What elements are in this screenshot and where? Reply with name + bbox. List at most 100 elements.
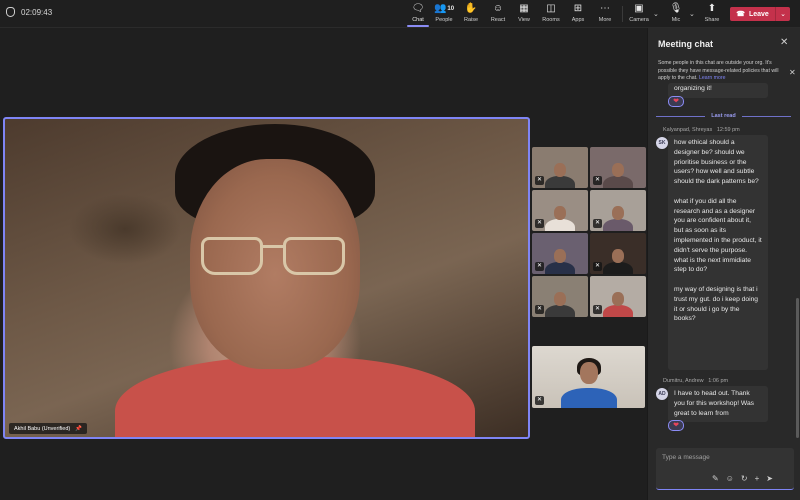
camera-label: Camera (629, 17, 649, 23)
teams-meeting-window: 02:09:43 🗨 Chat 👥 10 People ✋ Raise ☺ Rea… (0, 0, 800, 500)
shield-icon (6, 7, 15, 17)
people-button[interactable]: 👥 10 People (429, 3, 459, 25)
heart-reaction-icon[interactable]: ❤ (668, 420, 684, 431)
participant-tile[interactable]: ✕ (532, 276, 588, 317)
last-read-label: Last read (711, 113, 736, 119)
message-paragraph: I have to head out. Thank you for this w… (674, 390, 755, 417)
avatar[interactable]: AD (656, 388, 668, 400)
share-tray-icon: ⬆ (707, 3, 717, 14)
raise-label: Raise (463, 17, 479, 23)
message-sender: Dumitru, Andrew 1:06 pm (663, 378, 729, 384)
participant-tile[interactable]: ✕ (590, 276, 646, 317)
meeting-chat-panel: Meeting chat ✕ Some people in this chat … (647, 28, 800, 500)
mic-muted-icon: ✕ (535, 396, 544, 405)
leave-options-chevron-icon[interactable]: ⌄ (776, 10, 790, 18)
chat-message: I have to head out. Thank you for this w… (668, 386, 768, 422)
raise-hand-button[interactable]: ✋ Raise (456, 3, 486, 25)
compose-placeholder: Type a message (662, 454, 710, 461)
learn-more-link[interactable]: Learn more (699, 75, 726, 81)
participant-tile[interactable]: ✕ (532, 190, 588, 231)
apps-label: Apps (571, 17, 585, 23)
emoji-icon[interactable]: ☺ (726, 474, 734, 483)
mic-muted-icon: ✕ (593, 176, 602, 185)
mic-muted-icon: ✕ (593, 305, 602, 314)
ellipsis-icon: ⋯ (600, 3, 610, 14)
meeting-toolbar: 02:09:43 🗨 Chat 👥 10 People ✋ Raise ☺ Rea… (0, 0, 800, 28)
external-org-notice: Some people in this chat are outside you… (656, 58, 799, 85)
apps-plus-icon: ⊞ (573, 3, 583, 14)
rooms-button[interactable]: ◫ Rooms (536, 3, 566, 25)
participant-tile[interactable]: ✕ (532, 147, 588, 188)
more-label: More (598, 17, 612, 23)
leave-button[interactable]: ☎ Leave (730, 10, 775, 19)
participant-tile[interactable]: ✕ (532, 233, 588, 274)
participant-name-tag: Akhil Babu (Unverified) 📌 (9, 423, 88, 434)
smiley-icon: ☺ (492, 3, 504, 14)
share-label: Share (704, 17, 720, 23)
meeting-timer: 02:09:43 (6, 7, 52, 17)
participant-name: Akhil Babu (Unverified) (14, 425, 71, 432)
leave-button-group: ☎ Leave ⌄ (730, 7, 790, 21)
chat-label: Chat (412, 17, 424, 23)
heart-reaction-icon[interactable]: ❤ (668, 96, 684, 107)
react-label: React (490, 17, 506, 23)
message-paragraph: my way of designing is that i trust my g… (674, 285, 759, 323)
mic-muted-icon: ✕ (593, 219, 602, 228)
participant-shirt (115, 357, 475, 437)
video-stage: Akhil Babu (Unverified) 📌 ✕ ✕ ✕ ✕ ✕ ✕ ✕ … (0, 28, 646, 500)
mic-muted-icon: ✕ (593, 262, 602, 271)
phone-hangup-icon: ☎ (736, 11, 745, 18)
participant-glasses (201, 237, 345, 275)
main-video-tile[interactable]: Akhil Babu (Unverified) 📌 (3, 117, 530, 439)
video-camera-icon: ▣ (634, 3, 644, 14)
camera-button[interactable]: ▣ Camera (624, 3, 654, 25)
mic-muted-icon: 🎙 (669, 3, 683, 14)
apps-button[interactable]: ⊞ Apps (563, 3, 593, 25)
send-icon[interactable]: ➤ (766, 474, 773, 483)
chat-message: how ethical should a designer be? should… (668, 135, 768, 370)
message-paragraph: what if you did all the research and as … (674, 197, 762, 274)
view-label: View (518, 17, 530, 23)
camera-options-chevron-icon[interactable]: ⌄ (653, 10, 659, 18)
toolbar-divider (622, 6, 623, 22)
mic-muted-icon: ✕ (535, 305, 544, 314)
participant-tile[interactable]: ✕ (590, 190, 646, 231)
view-button[interactable]: ▦ View (509, 3, 539, 25)
mic-button[interactable]: 🎙 Mic (661, 3, 691, 25)
mic-muted-icon: ✕ (535, 176, 544, 185)
rooms-label: Rooms (542, 17, 560, 23)
people-count: 10 (447, 6, 455, 12)
participant-tile[interactable]: ✕ (590, 233, 646, 274)
previous-message-text: organizing it! (674, 85, 712, 92)
pin-icon[interactable]: 📌 (75, 426, 82, 432)
mic-muted-icon: ✕ (535, 262, 544, 271)
rooms-icon: ◫ (546, 3, 556, 14)
notice-close-icon[interactable]: ✕ (789, 68, 796, 77)
compose-toolbar: ✎ ☺ ↻ + ➤ (712, 474, 773, 483)
chat-title: Meeting chat (658, 39, 714, 49)
leave-label: Leave (748, 10, 769, 18)
loop-icon[interactable]: ↻ (741, 474, 748, 483)
people-label: People (435, 17, 453, 23)
mic-label: Mic (671, 17, 681, 23)
mic-muted-icon: ✕ (535, 219, 544, 228)
message-paragraph: how ethical should a designer be? should… (674, 139, 759, 186)
message-compose-box[interactable]: Type a message ✎ ☺ ↻ + ➤ (656, 448, 794, 490)
participant-tile[interactable]: ✕ (590, 147, 646, 188)
chat-icon: 🗨 (411, 3, 425, 14)
mic-options-chevron-icon[interactable]: ⌄ (689, 10, 695, 18)
more-button[interactable]: ⋯ More (590, 3, 620, 25)
avatar[interactable]: SK (656, 137, 668, 149)
format-icon[interactable]: ✎ (712, 474, 719, 483)
last-read-divider: Last read (656, 113, 791, 119)
chat-active-indicator (407, 25, 429, 27)
chat-scrollbar[interactable] (796, 298, 799, 438)
close-icon[interactable]: ✕ (780, 37, 788, 48)
timer-text: 02:09:43 (21, 7, 53, 17)
message-sender: Kalyanpad, Shreyas 12:59 pm (663, 127, 740, 133)
previous-message: organizing it! (668, 83, 768, 98)
share-button[interactable]: ⬆ Share (697, 3, 727, 25)
plus-icon[interactable]: + (755, 474, 760, 483)
hand-icon: ✋ (464, 3, 478, 14)
participant-tile-large[interactable]: ✕ (532, 346, 645, 408)
